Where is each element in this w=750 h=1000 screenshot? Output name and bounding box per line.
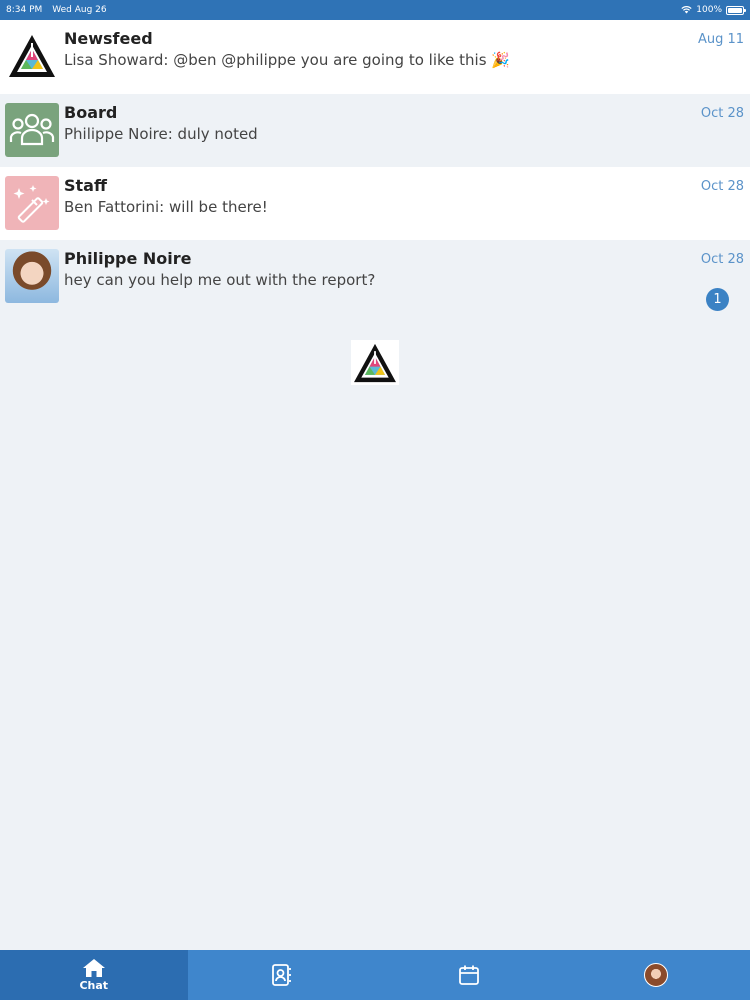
user-photo-avatar: [5, 249, 59, 303]
tab-contacts[interactable]: [188, 950, 376, 1000]
chat-row-philippe-noire[interactable]: Philippe Noire hey can you help me out w…: [0, 240, 750, 313]
chat-title: Newsfeed: [64, 29, 153, 48]
chat-preview: Philippe Noire: duly noted: [64, 125, 258, 143]
status-indicators: 100%: [681, 5, 746, 15]
wifi-icon: [681, 6, 692, 14]
chat-list: Newsfeed Lisa Showard: @ben @philippe yo…: [0, 20, 750, 313]
chat-title: Philippe Noire: [64, 249, 192, 268]
tab-chat[interactable]: Chat: [0, 950, 188, 1000]
chat-row-newsfeed[interactable]: Newsfeed Lisa Showard: @ben @philippe yo…: [0, 20, 750, 94]
chat-preview: hey can you help me out with the report?: [64, 271, 376, 289]
home-icon: [82, 959, 105, 977]
app-logo: [351, 340, 399, 385]
chat-preview: Lisa Showard: @ben @philippe you are goi…: [64, 51, 510, 69]
contacts-icon: [272, 964, 292, 986]
chat-date: Oct 28: [700, 179, 744, 194]
calendar-icon: [458, 965, 479, 985]
tab-calendar[interactable]: [375, 950, 563, 1000]
chat-row-staff[interactable]: Staff Ben Fattorini: will be there! Oct …: [0, 167, 750, 240]
chat-date: Aug 11: [697, 32, 744, 47]
status-date: Wed Aug 26: [52, 5, 107, 15]
triangle-logo-icon: [9, 35, 55, 77]
chat-row-board[interactable]: Board Philippe Noire: duly noted Oct 28: [0, 94, 750, 167]
battery-percent: 100%: [696, 5, 722, 15]
chat-date: Oct 28: [700, 252, 744, 267]
unread-badge: 1: [706, 288, 729, 311]
battery-icon: [726, 5, 746, 15]
tab-chat-label: Chat: [79, 979, 109, 992]
newsfeed-logo-avatar: [5, 29, 59, 83]
chat-date: Oct 28: [700, 106, 744, 121]
chat-preview: Ben Fattorini: will be there!: [64, 198, 268, 216]
status-bar: 8:34 PM Wed Aug 26 100%: [0, 0, 750, 20]
tab-profile[interactable]: [563, 950, 750, 1000]
group-icon: [5, 103, 59, 157]
chat-title: Staff: [64, 176, 107, 195]
tab-bar: Chat: [0, 950, 750, 1000]
chat-title: Board: [64, 103, 118, 122]
profile-avatar: [644, 963, 669, 987]
magic-wand-icon: [5, 176, 59, 230]
triangle-logo-icon: [354, 343, 396, 382]
status-time: 8:34 PM: [6, 5, 43, 15]
